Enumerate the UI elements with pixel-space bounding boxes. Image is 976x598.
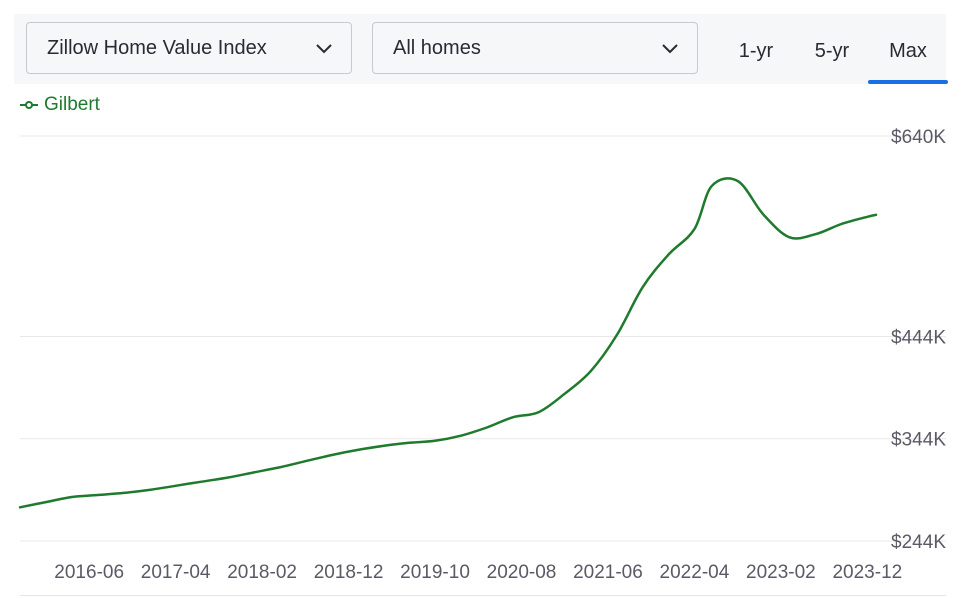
y-tick-label: $640K [891,127,946,148]
series-line-gilbert [18,177,878,509]
y-tick-label: $344K [891,430,946,451]
bottom-divider [20,595,946,596]
x-tick-label: 2023-12 [832,562,902,583]
y-tick-label: $244K [891,532,946,553]
x-tick-label: 2021-06 [573,562,643,583]
x-tick-label: 2022-04 [660,562,730,583]
x-tick-label: 2020-08 [487,562,557,583]
y-tick-label: $444K [891,327,946,348]
x-tick-label: 2016-06 [54,562,124,583]
x-tick-label: 2018-02 [227,562,297,583]
home-value-chart: $640K $444K $344K $244K 2016-06 2017-04 2018-0… [18,127,946,583]
x-tick-label: 2019-10 [400,562,470,583]
x-tick-label: 2023-02 [746,562,816,583]
x-tick-label: 2017-04 [141,562,211,583]
x-tick-label: 2018-12 [314,562,384,583]
